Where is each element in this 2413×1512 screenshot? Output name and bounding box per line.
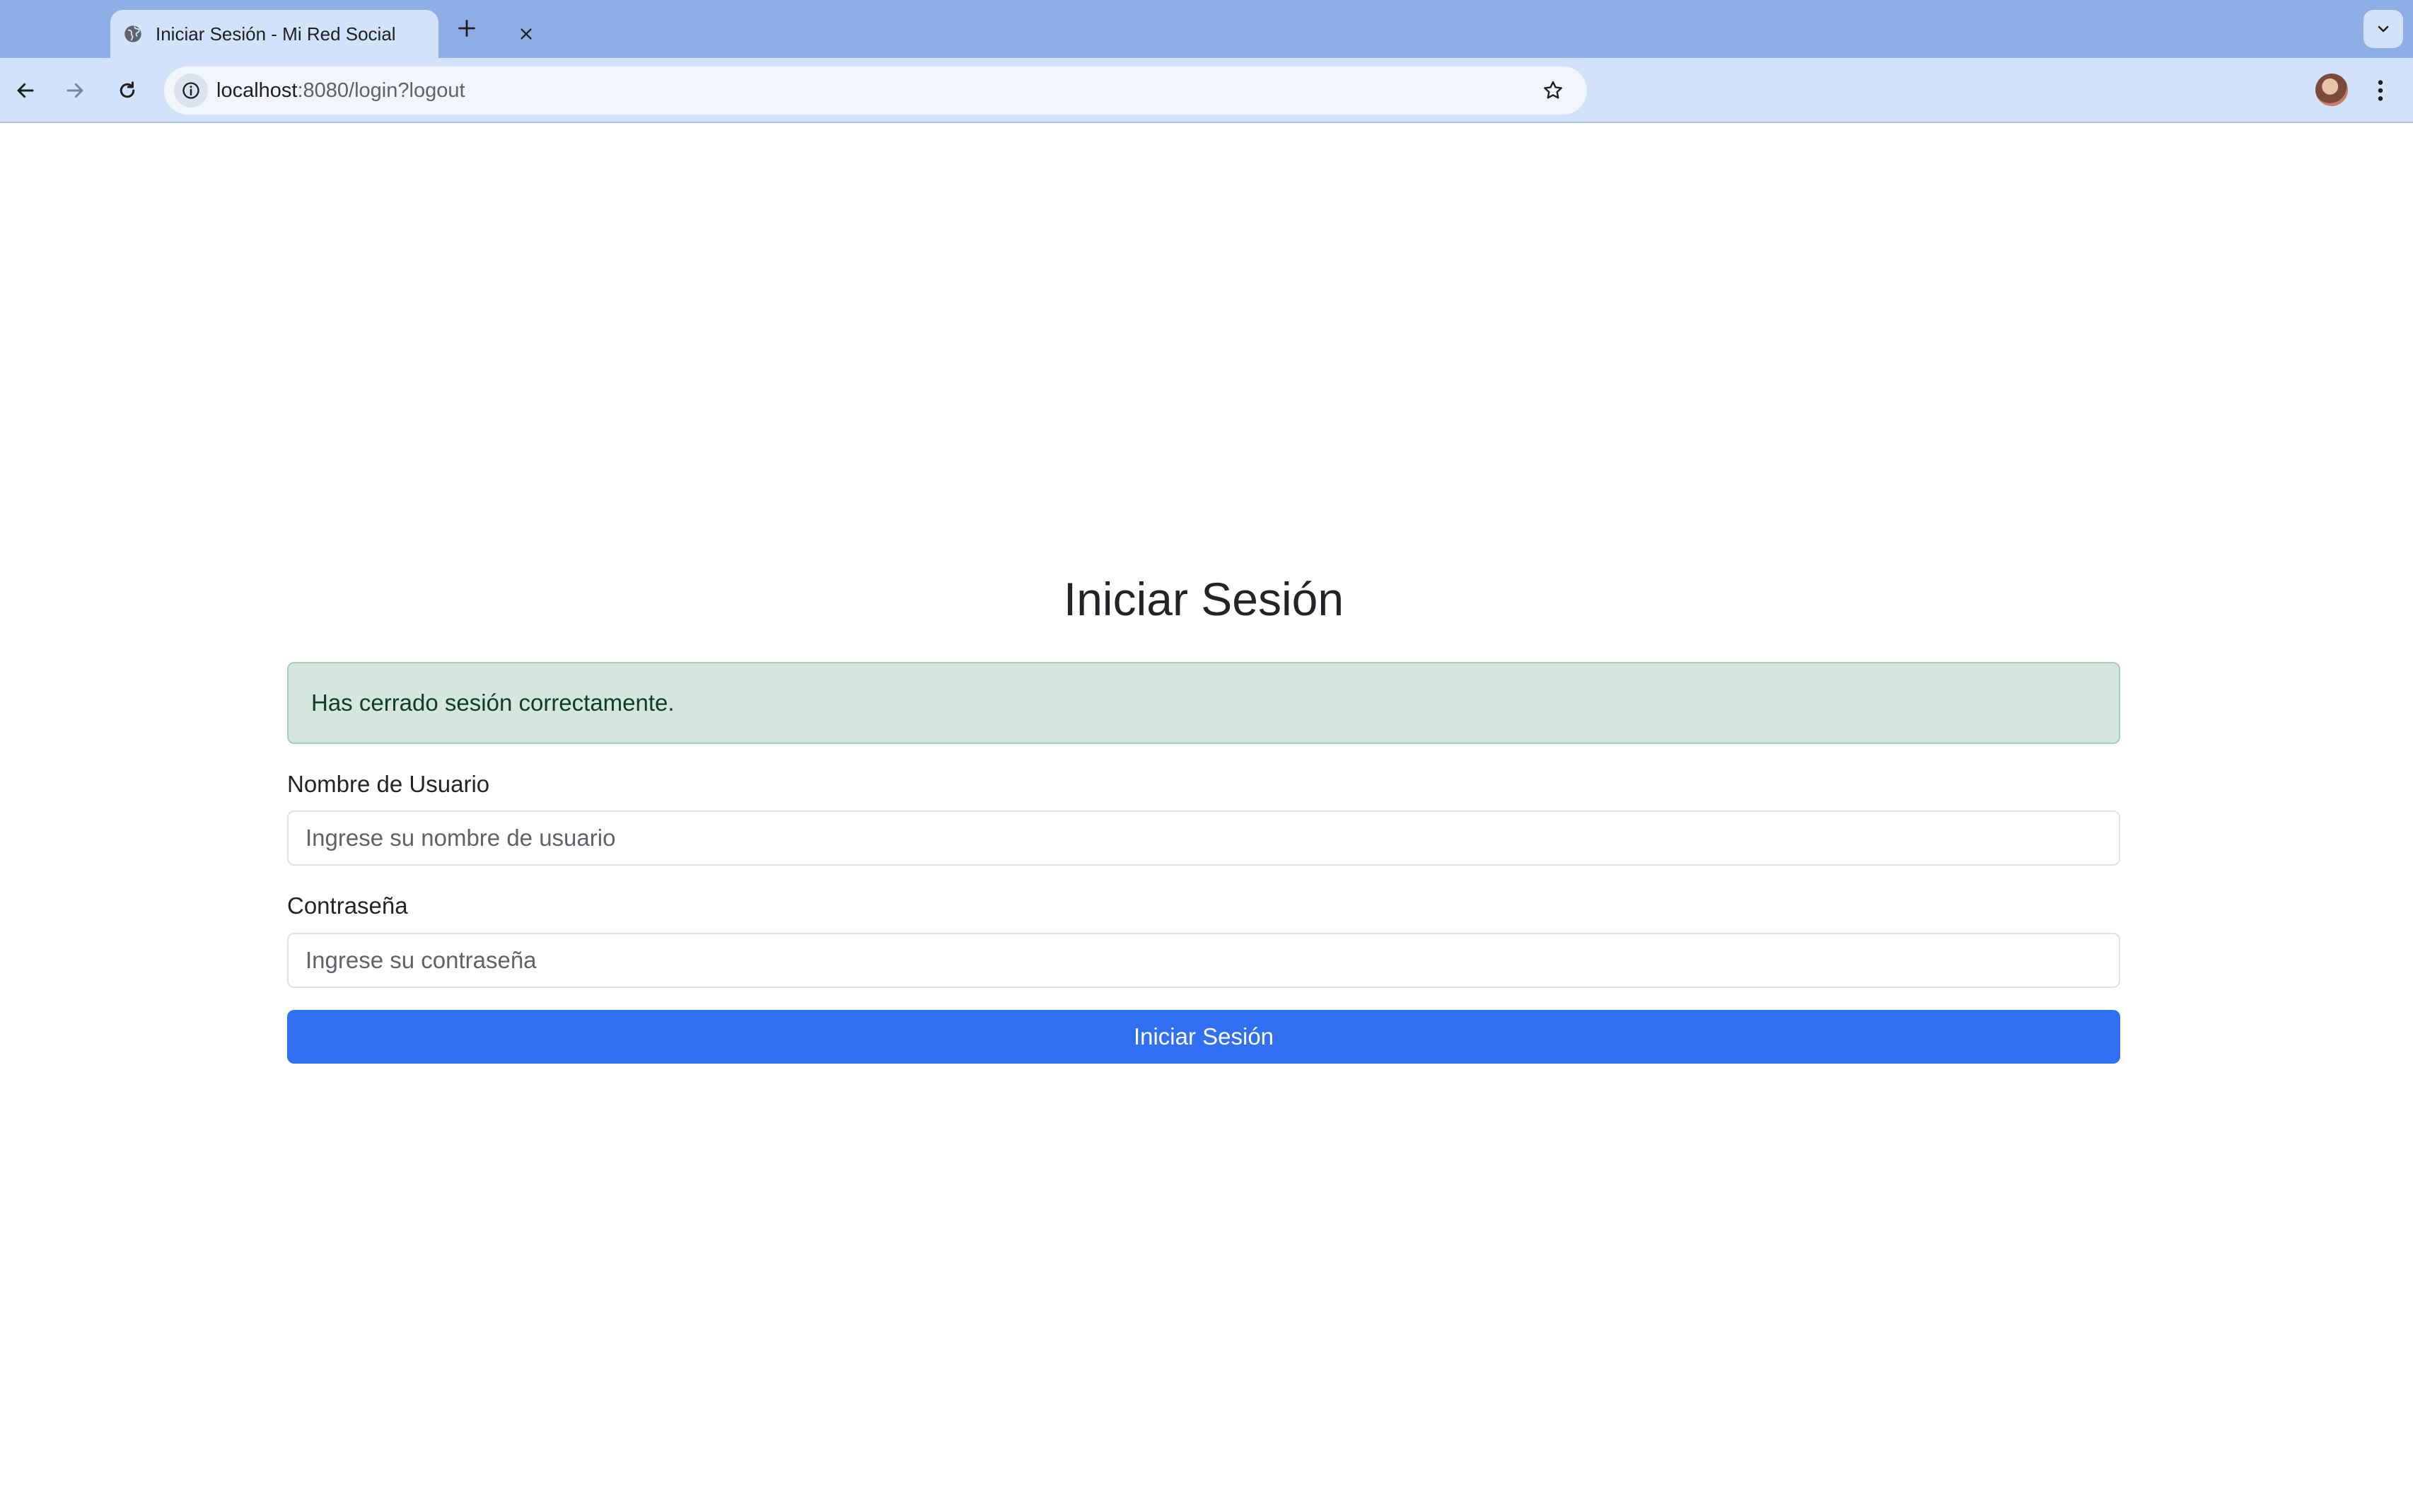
- login-button[interactable]: Iniciar Sesión: [287, 1010, 2120, 1064]
- close-icon[interactable]: [512, 10, 540, 58]
- password-label: Contraseña: [287, 892, 408, 919]
- globe-icon: [123, 24, 143, 44]
- browser-tab-active[interactable]: Iniciar Sesión - Mi Red Social: [110, 10, 532, 58]
- back-arrow-icon[interactable]: [6, 71, 45, 110]
- kebab-menu-icon[interactable]: [2365, 71, 2396, 110]
- reload-icon[interactable]: [107, 71, 147, 110]
- browser-toolbar: localhost:8080/login?logout: [0, 58, 2413, 123]
- tab-strip: Iniciar Sesión - Mi Red Social: [0, 0, 2413, 58]
- page-content: Iniciar Sesión Has cerrado sesión correc…: [0, 124, 2413, 1512]
- logout-success-alert: Has cerrado sesión correctamente.: [287, 662, 2120, 744]
- star-icon[interactable]: [1536, 74, 1570, 107]
- page-title: Iniciar Sesión: [1063, 573, 1344, 625]
- info-icon[interactable]: [174, 74, 208, 107]
- username-label: Nombre de Usuario: [287, 771, 490, 797]
- address-bar[interactable]: localhost:8080/login?logout: [164, 66, 1587, 115]
- tab-title: Iniciar Sesión - Mi Red Social: [156, 23, 396, 45]
- url-host: localhost: [216, 79, 298, 102]
- username-input[interactable]: [287, 810, 2120, 866]
- avatar[interactable]: [2315, 74, 2348, 106]
- forward-arrow-icon[interactable]: [55, 71, 95, 110]
- plus-icon[interactable]: [451, 13, 482, 44]
- url-path: :8080/login?logout: [297, 79, 465, 102]
- password-input[interactable]: [287, 933, 2120, 988]
- chevron-down-icon[interactable]: [2363, 10, 2403, 48]
- url-text: localhost:8080/login?logout: [216, 66, 465, 115]
